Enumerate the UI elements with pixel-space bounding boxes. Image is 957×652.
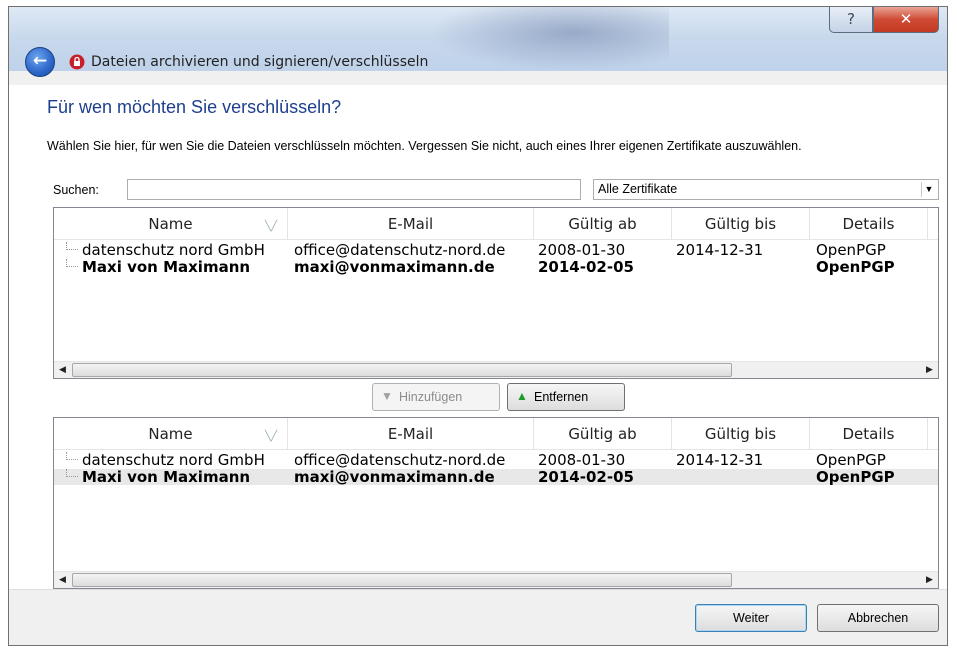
cancel-button[interactable]: Abbrechen xyxy=(817,604,939,632)
column-header-valid-from[interactable]: Gültig ab xyxy=(534,418,672,450)
back-arrow-icon: ← xyxy=(32,51,48,71)
tree-connector xyxy=(66,259,78,267)
selected-certificates-list[interactable]: Name ╲╱ E-Mail Gültig ab Gültig bis Detai… xyxy=(53,417,939,589)
column-header-valid-from[interactable]: Gültig ab xyxy=(534,208,672,240)
column-header-email[interactable]: E-Mail xyxy=(288,208,534,240)
add-button[interactable]: ▼ Hinzufügen xyxy=(372,383,500,411)
remove-button[interactable]: ▲ Entfernen xyxy=(507,383,625,411)
close-icon: ✕ xyxy=(899,10,913,28)
filter-selected-value: Alle Zertifikate xyxy=(598,182,678,196)
list-header: Name ╲╱ E-Mail Gültig ab Gültig bis Detai… xyxy=(54,208,938,240)
horizontal-scrollbar[interactable]: ◀ ▶ xyxy=(54,361,938,378)
scroll-left-icon[interactable]: ◀ xyxy=(54,362,71,378)
scroll-right-icon[interactable]: ▶ xyxy=(921,572,938,588)
table-row[interactable]: Maxi von Maximann maxi@vonmaximann.de 20… xyxy=(54,469,938,485)
chevron-down-icon[interactable]: ▼ xyxy=(921,182,936,197)
column-header-email[interactable]: E-Mail xyxy=(288,418,534,450)
table-row[interactable]: datenschutz nord GmbH office@datenschutz… xyxy=(54,242,938,258)
column-header-name[interactable]: Name ╲╱ xyxy=(54,208,288,240)
wizard-content: Für wen möchten Sie verschlüsseln? Wähle… xyxy=(9,85,947,589)
scroll-right-icon[interactable]: ▶ xyxy=(921,362,938,378)
window-title: Dateien archivieren und signieren/versch… xyxy=(91,54,429,70)
available-certificates-list[interactable]: Name ╲╱ E-Mail Gültig ab Gültig bis Detai… xyxy=(53,207,939,379)
button-bar: Weiter Abbrechen xyxy=(9,589,947,645)
tree-connector xyxy=(66,242,78,250)
arrow-down-icon: ▼ xyxy=(381,389,393,403)
column-header-valid-to[interactable]: Gültig bis xyxy=(672,208,810,240)
certificate-filter-select[interactable]: Alle Zertifikate ▼ xyxy=(593,179,939,200)
search-input[interactable] xyxy=(127,179,581,200)
title-bar: ? ✕ ← Dateien archivieren und signieren/… xyxy=(9,7,947,77)
help-icon: ? xyxy=(847,10,855,28)
close-button[interactable]: ✕ xyxy=(873,7,939,33)
title-bar-glow xyxy=(429,7,669,71)
column-header-details[interactable]: Details xyxy=(810,418,928,450)
table-row[interactable]: Maxi von Maximann maxi@vonmaximann.de 20… xyxy=(54,259,938,275)
tree-connector xyxy=(66,469,78,477)
help-button[interactable]: ? xyxy=(829,7,873,33)
table-row[interactable]: datenschutz nord GmbH office@datenschutz… xyxy=(54,452,938,468)
next-button[interactable]: Weiter xyxy=(695,604,807,632)
app-lock-icon xyxy=(69,54,85,70)
dialog-window: ? ✕ ← Dateien archivieren und signieren/… xyxy=(8,6,948,646)
back-button[interactable]: ← xyxy=(25,47,55,77)
page-description: Wählen Sie hier, für wen Sie die Dateien… xyxy=(47,139,802,153)
sort-indicator-icon: ╲╱ xyxy=(264,431,277,442)
page-title: Für wen möchten Sie verschlüsseln? xyxy=(47,97,342,117)
search-label: Suchen: xyxy=(53,183,99,197)
column-header-details[interactable]: Details xyxy=(810,208,928,240)
sort-indicator-icon: ╲╱ xyxy=(264,221,277,232)
scroll-left-icon[interactable]: ◀ xyxy=(54,572,71,588)
column-header-valid-to[interactable]: Gültig bis xyxy=(672,418,810,450)
tree-connector xyxy=(66,452,78,460)
scrollbar-thumb[interactable] xyxy=(72,363,732,377)
scrollbar-thumb[interactable] xyxy=(72,573,732,587)
arrow-up-icon: ▲ xyxy=(516,389,528,403)
list-header: Name ╲╱ E-Mail Gültig ab Gültig bis Detai… xyxy=(54,418,938,450)
column-header-name[interactable]: Name ╲╱ xyxy=(54,418,288,450)
horizontal-scrollbar[interactable]: ◀ ▶ xyxy=(54,571,938,588)
